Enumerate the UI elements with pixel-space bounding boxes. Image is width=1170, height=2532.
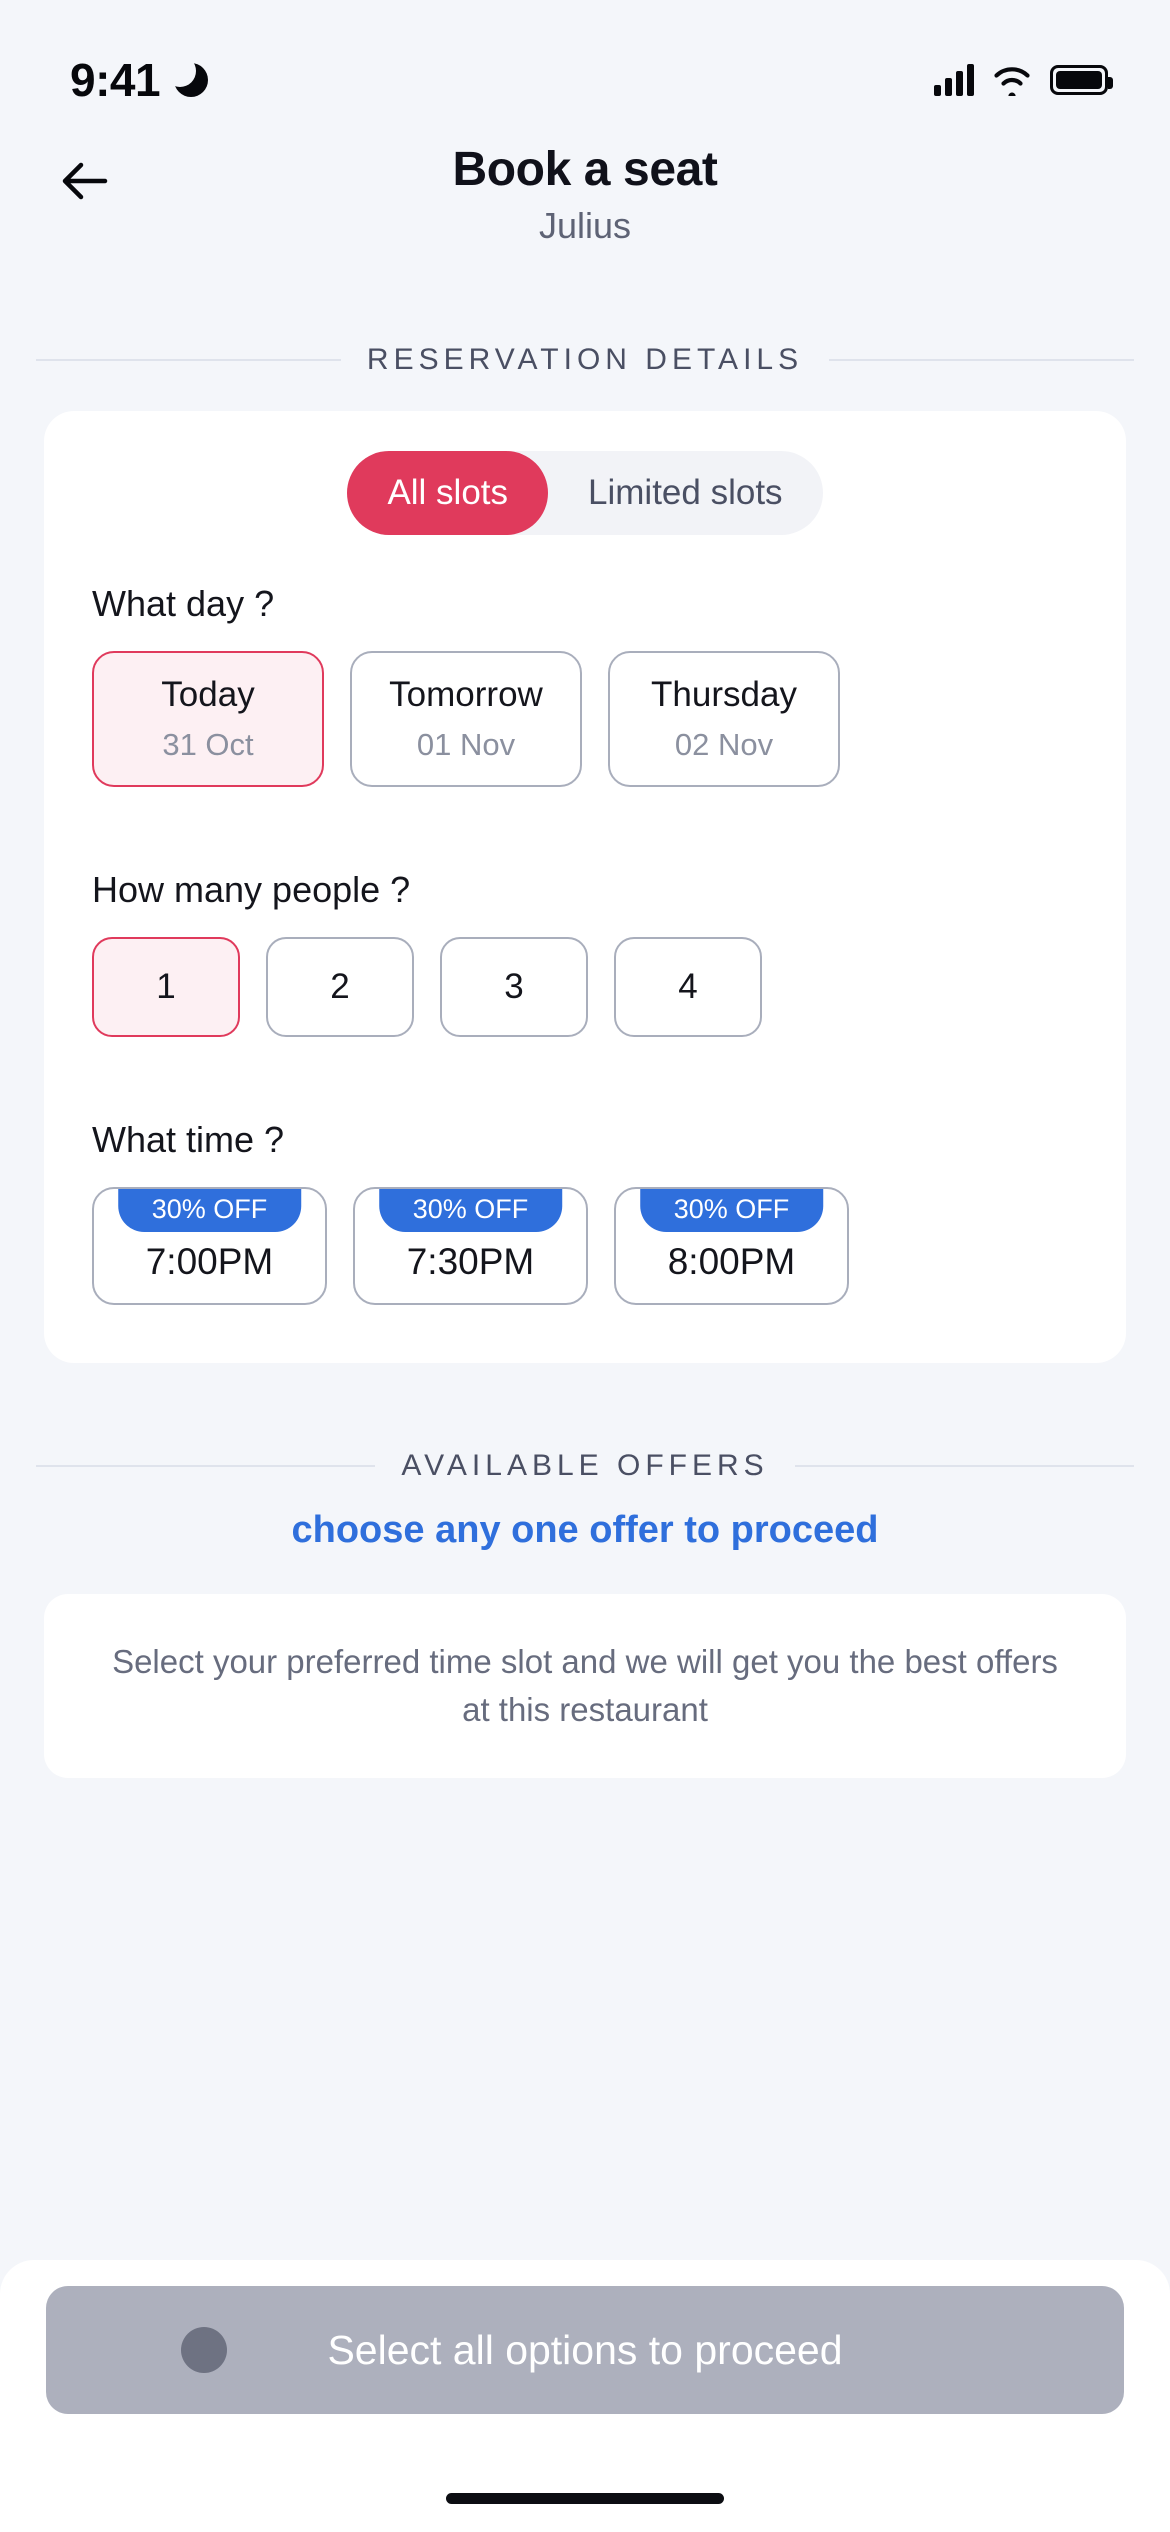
slot-tabs: All slots Limited slots bbox=[347, 451, 823, 536]
back-button[interactable] bbox=[48, 146, 122, 216]
time-option-730pm[interactable]: 30% OFF 7:30PM bbox=[353, 1187, 588, 1306]
discount-badge: 30% OFF bbox=[639, 1189, 824, 1233]
reservation-panel: All slots Limited slots What day ? Today… bbox=[44, 411, 1126, 1364]
time-question-label: What time ? bbox=[92, 1119, 285, 1161]
offers-empty-message: Select your preferred time slot and we w… bbox=[112, 1643, 1058, 1729]
divider-line-right bbox=[794, 1465, 1135, 1468]
reservation-details-label: RESERVATION DETAILS bbox=[366, 343, 804, 377]
day-option-today[interactable]: Today 31 Oct bbox=[92, 651, 324, 788]
discount-badge: 30% OFF bbox=[117, 1189, 302, 1233]
offers-hint-text: choose any one offer to proceed bbox=[291, 1509, 879, 1552]
day-option-name: Today bbox=[161, 675, 255, 715]
time-option-label: 8:00PM bbox=[667, 1241, 796, 1283]
battery-icon bbox=[1050, 65, 1113, 95]
day-option-name: Thursday bbox=[651, 675, 797, 715]
loading-spinner-icon bbox=[181, 2327, 227, 2373]
bottom-action-bar: Select all options to proceed bbox=[0, 2260, 1170, 2532]
people-option-count: 3 bbox=[504, 967, 524, 1007]
day-option-date: 02 Nov bbox=[674, 727, 774, 763]
people-option-count: 2 bbox=[330, 967, 350, 1007]
day-option-name: Tomorrow bbox=[389, 675, 543, 715]
status-bar: 9:41 bbox=[0, 0, 1170, 120]
time-selector-row[interactable]: 30% OFF 7:00PM 30% OFF 7:30PM 30% OFF 8:… bbox=[44, 1161, 1126, 1311]
people-selector-row[interactable]: 1 2 3 4 bbox=[44, 911, 1126, 1043]
divider-line-left bbox=[36, 1465, 376, 1468]
day-option-date: 31 Oct bbox=[162, 727, 254, 763]
divider-line-left bbox=[36, 359, 341, 362]
slot-tabs-wrapper: All slots Limited slots bbox=[44, 451, 1126, 536]
page-header: Book a seat Julius bbox=[0, 120, 1170, 281]
proceed-button-label: Select all options to proceed bbox=[327, 2326, 843, 2373]
tab-all-slots[interactable]: All slots bbox=[347, 451, 549, 536]
people-option-3[interactable]: 3 bbox=[440, 937, 588, 1038]
home-indicator bbox=[446, 2493, 724, 2504]
discount-badge: 30% OFF bbox=[378, 1189, 563, 1233]
status-bar-left: 9:41 bbox=[70, 53, 209, 107]
day-option-tomorrow[interactable]: Tomorrow 01 Nov bbox=[350, 651, 582, 788]
cellular-signal-icon bbox=[934, 64, 974, 96]
time-option-label: 7:30PM bbox=[406, 1241, 535, 1283]
offers-empty-card: Select your preferred time slot and we w… bbox=[44, 1594, 1126, 1778]
day-option-date: 01 Nov bbox=[416, 727, 516, 763]
day-question-label: What day ? bbox=[92, 583, 275, 625]
available-offers-divider: AVAILABLE OFFERS bbox=[0, 1449, 1170, 1483]
reservation-details-divider: RESERVATION DETAILS bbox=[0, 343, 1170, 377]
available-offers-label: AVAILABLE OFFERS bbox=[401, 1449, 769, 1483]
time-option-700pm[interactable]: 30% OFF 7:00PM bbox=[92, 1187, 327, 1306]
status-bar-right bbox=[934, 64, 1113, 100]
day-option-thursday[interactable]: Thursday 02 Nov bbox=[608, 651, 840, 788]
page-title: Book a seat bbox=[452, 143, 718, 196]
divider-line-right bbox=[829, 359, 1135, 362]
tab-limited-slots[interactable]: Limited slots bbox=[548, 451, 823, 535]
arrow-left-icon bbox=[62, 162, 108, 200]
day-selector-row[interactable]: Today 31 Oct Tomorrow 01 Nov Thursday 02… bbox=[44, 625, 1126, 793]
time-option-label: 7:00PM bbox=[145, 1241, 274, 1283]
people-option-count: 1 bbox=[156, 967, 176, 1007]
wifi-icon bbox=[991, 64, 1033, 100]
restaurant-name: Julius bbox=[538, 205, 632, 247]
people-question-label: How many people ? bbox=[92, 869, 411, 911]
time-option-800pm[interactable]: 30% OFF 8:00PM bbox=[614, 1187, 849, 1306]
people-option-2[interactable]: 2 bbox=[266, 937, 414, 1038]
proceed-button[interactable]: Select all options to proceed bbox=[46, 2286, 1124, 2414]
people-option-1[interactable]: 1 bbox=[92, 937, 240, 1038]
status-bar-clock: 9:41 bbox=[70, 54, 161, 106]
people-option-4[interactable]: 4 bbox=[614, 937, 762, 1038]
people-option-count: 4 bbox=[678, 967, 698, 1007]
moon-icon bbox=[164, 55, 209, 97]
